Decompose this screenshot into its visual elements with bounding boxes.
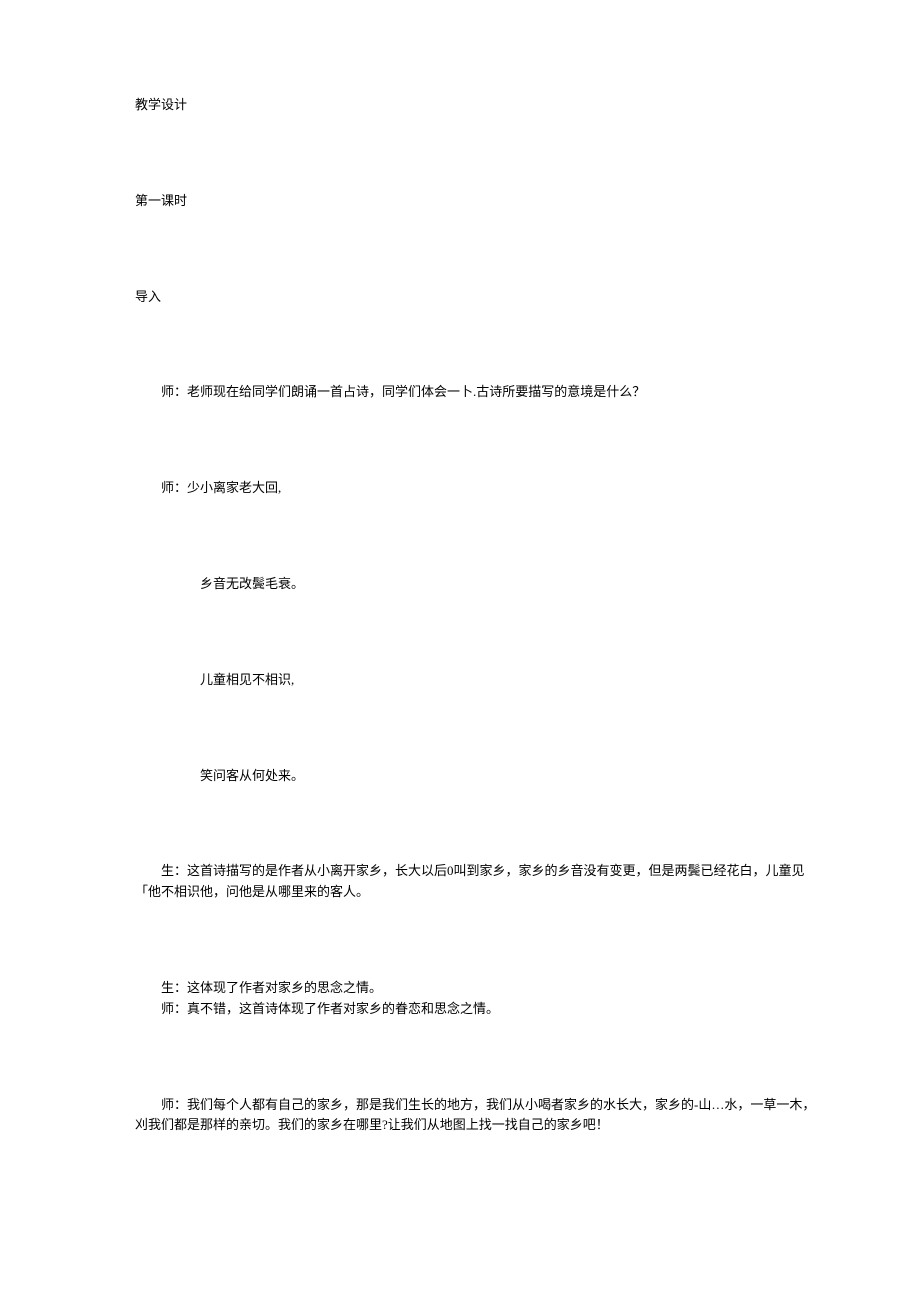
student-response-2: 生：这体现了作者对家乡的思念之情。 [135,978,820,999]
section-title: 教学设计 [135,95,820,116]
lesson-heading: 第一课时 [135,191,820,212]
teacher-comment: 师：真不错，这首诗体现了作者对家乡的眷恋和思念之情。 [135,999,820,1020]
poem-line-3: 儿童相见不相识, [135,670,820,691]
teacher-closing: 师：我们每个人都有自己的家乡，那是我们生长的地方，我们从小喝者家乡的水长大，家乡… [135,1095,820,1137]
student-response-1: 生：这首诗描写的是作者从小离开家乡，长大以后0叫到家乡，家乡的乡音没有变更，但是… [135,861,820,903]
poem-line-4: 笑问客从何处来。 [135,766,820,787]
intro-heading: 导入 [135,287,820,308]
teacher-poem-start: 师：少小离家老大回, [135,478,820,499]
teacher-opening: 师：老师现在给同学们朗诵一首占诗，同学们体会一卜.古诗所要描写的意境是什么？ [135,382,820,403]
poem-line-2: 乡音无改鬓毛衰。 [135,574,820,595]
